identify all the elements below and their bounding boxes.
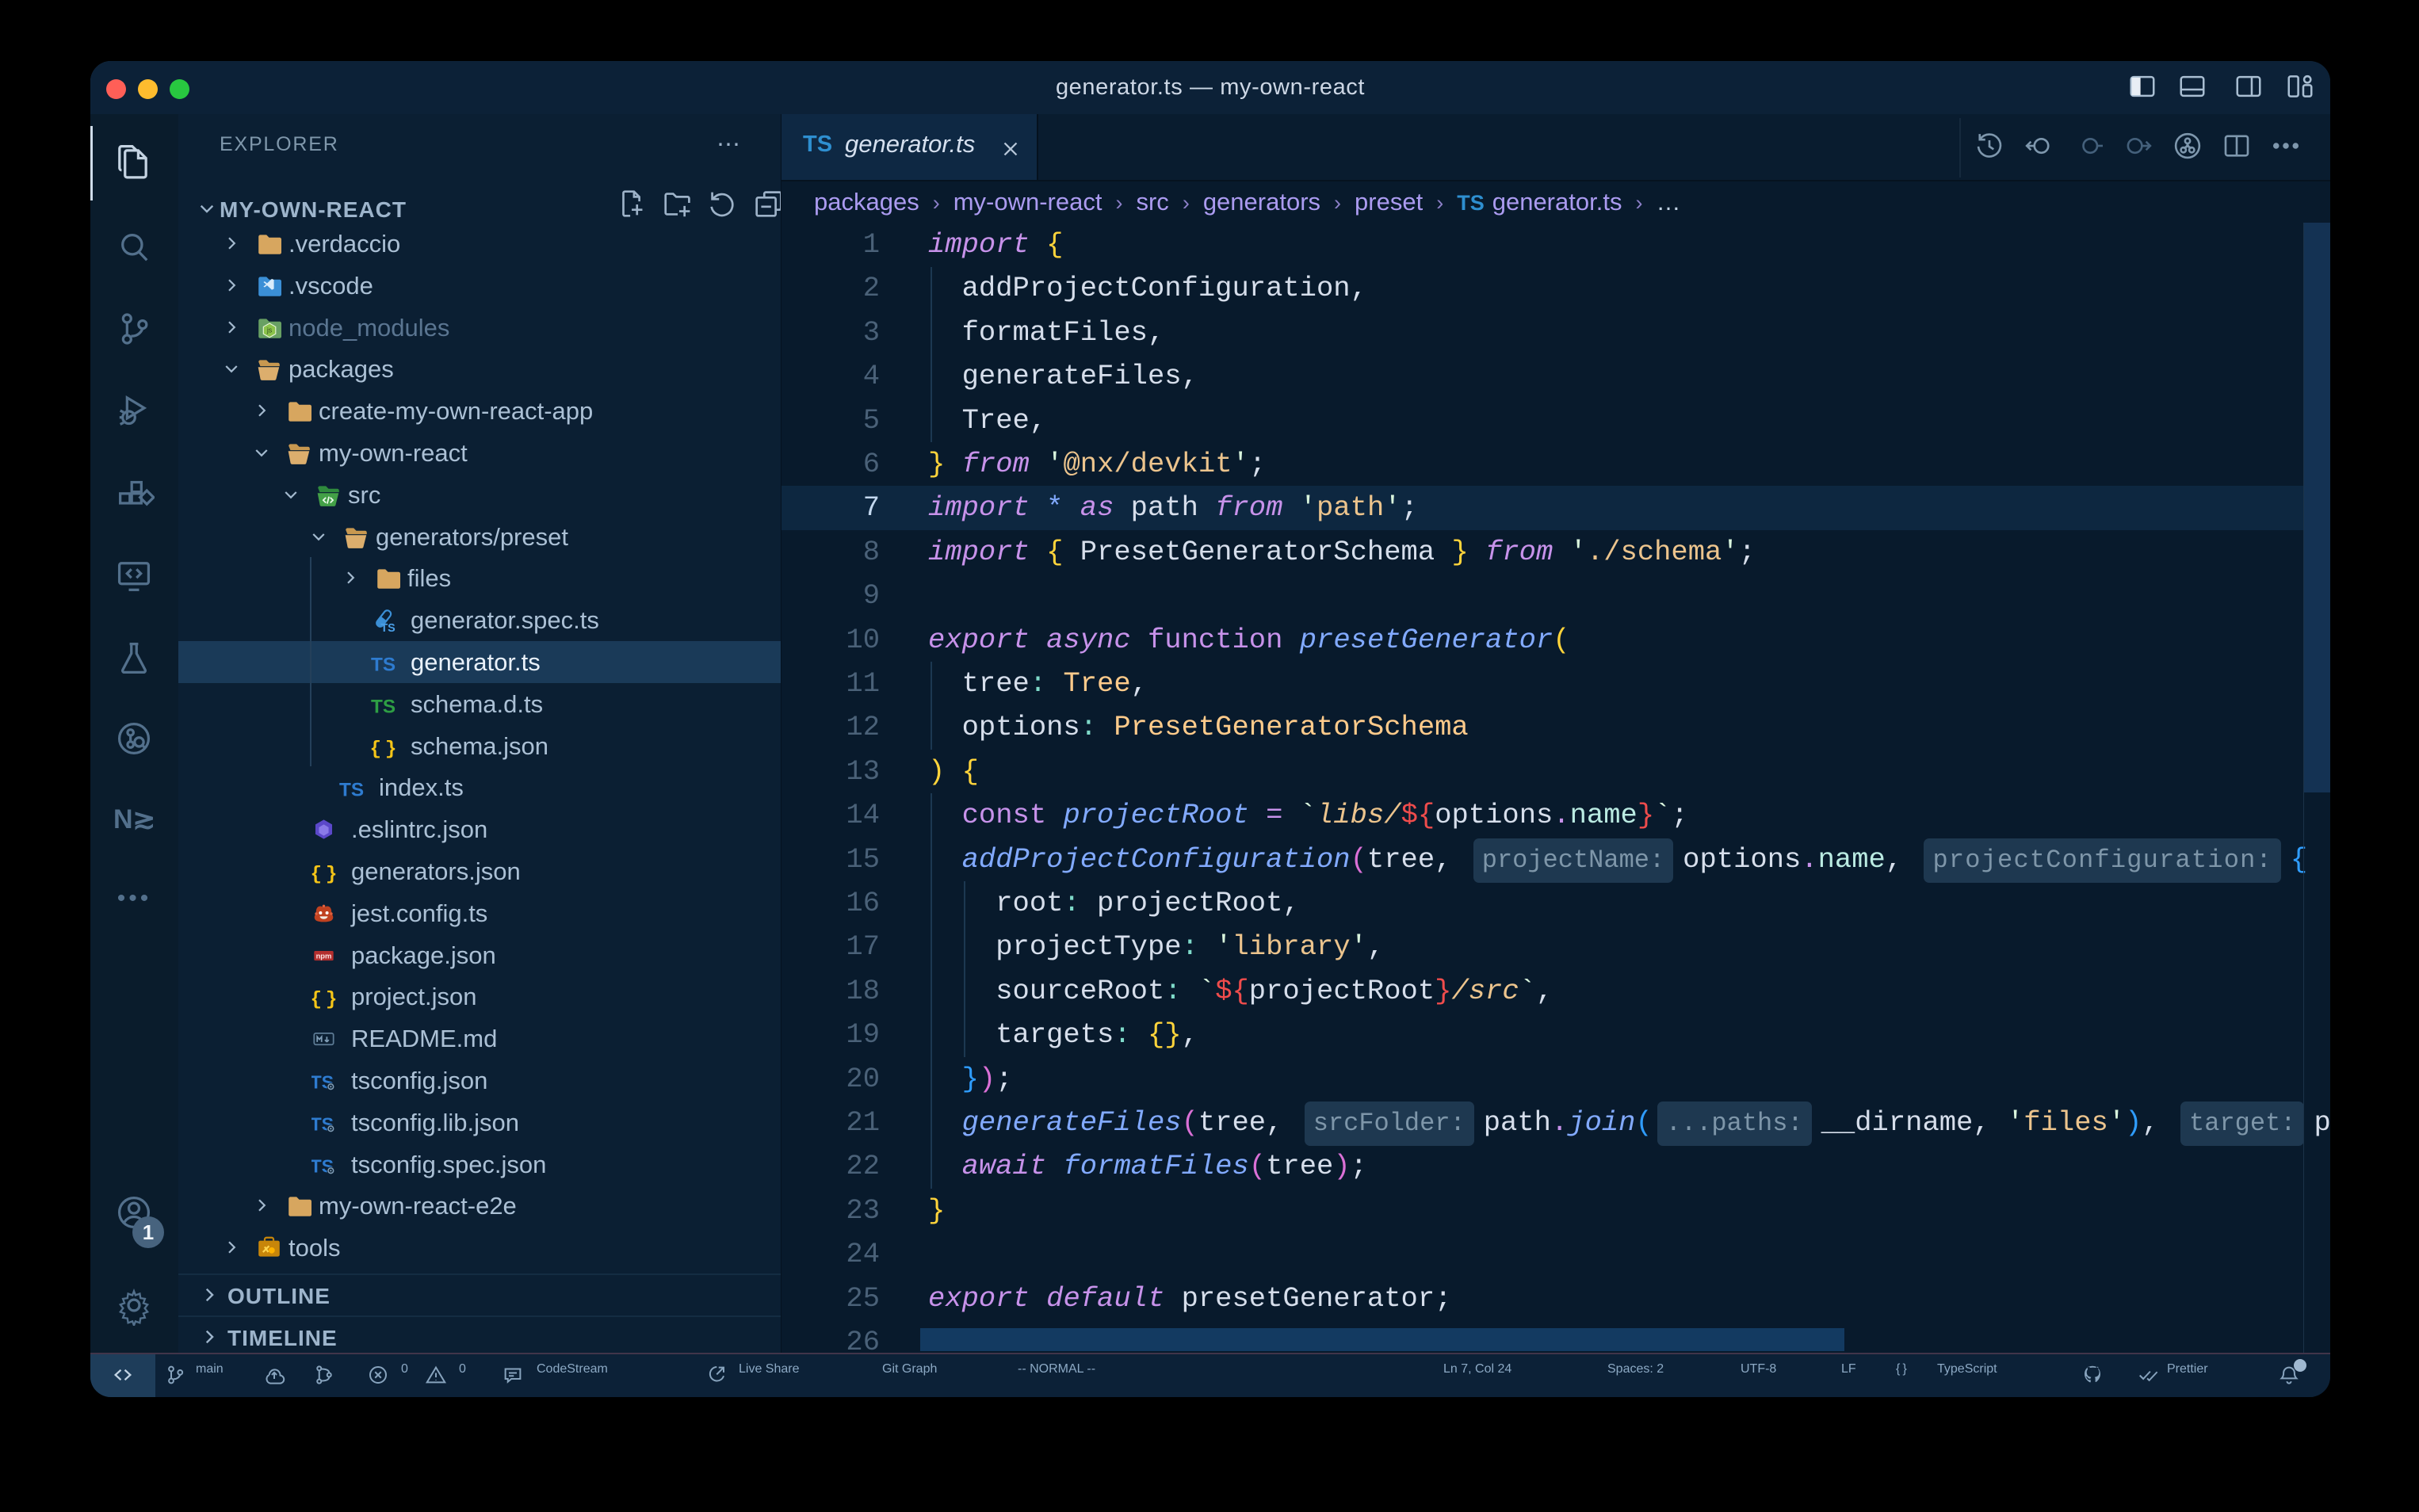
svg-text:{ }: { }	[311, 989, 336, 1009]
svg-text:TS: TS	[380, 622, 396, 632]
svg-text:{ }: { }	[311, 864, 336, 884]
svg-text:TS: TS	[371, 655, 396, 674]
svg-text:TS: TS	[371, 697, 396, 716]
svg-text:{ }: { }	[371, 739, 396, 758]
svg-text:npm: npm	[316, 951, 332, 960]
svg-text:TS: TS	[339, 780, 364, 800]
svg-text:js: js	[266, 326, 273, 334]
